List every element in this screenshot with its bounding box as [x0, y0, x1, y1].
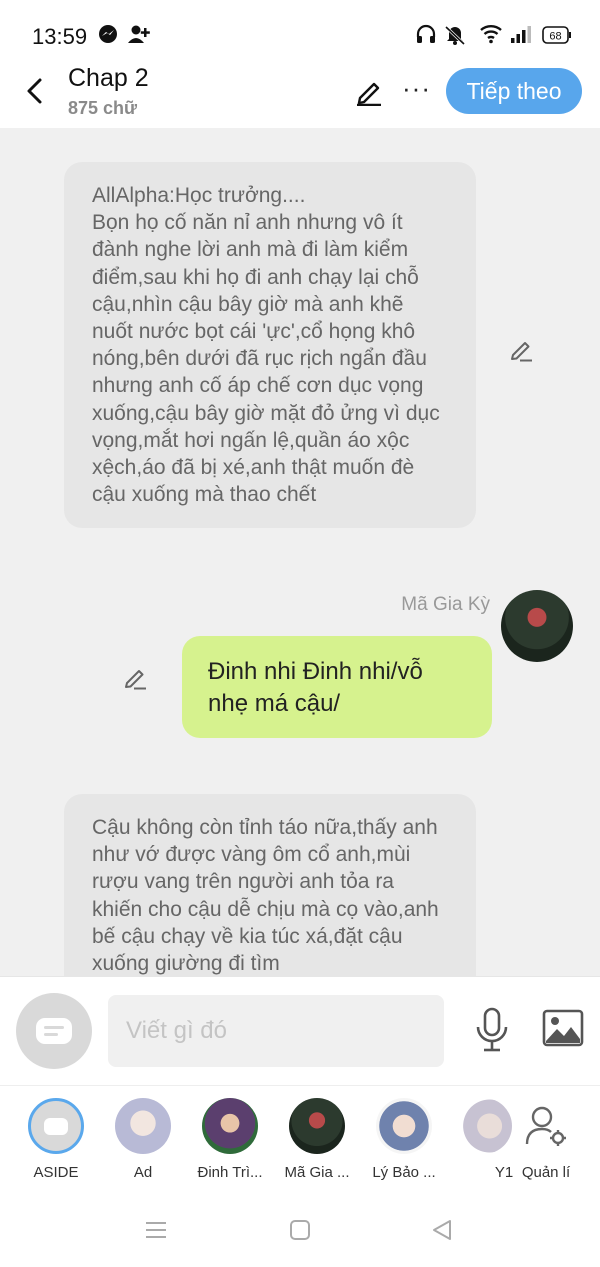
status-time: 13:59 [32, 24, 88, 49]
aside-toggle-button[interactable] [16, 993, 92, 1069]
character-item-ma-gia[interactable]: Mã Gia ... [277, 1098, 357, 1181]
user-settings-icon [518, 1098, 574, 1154]
sender-avatar[interactable] [501, 590, 573, 662]
chat-area[interactable]: AllAlpha:Học trưởng.... Bọn họ cố năn nỉ… [0, 128, 600, 976]
word-count: 875 chữ [68, 98, 138, 118]
character-item-aside[interactable]: ASIDE [16, 1098, 96, 1181]
signal-icon [510, 24, 532, 49]
microphone-icon[interactable] [474, 1007, 510, 1058]
more-options-icon[interactable]: ··· [402, 75, 431, 101]
edit-message-icon[interactable] [122, 664, 148, 695]
system-nav-bar [0, 1196, 600, 1267]
next-button[interactable]: Tiếp theo [446, 68, 582, 114]
character-name: ASIDE [33, 1164, 79, 1181]
character-avatar [289, 1098, 345, 1154]
sender-name: Mã Gia Kỳ [401, 594, 490, 615]
headphones-icon [416, 24, 436, 49]
add-friend-icon [128, 24, 150, 49]
character-avatar [376, 1098, 432, 1154]
character-avatar [202, 1098, 258, 1154]
message-bubble-aside-2[interactable]: Cậu không còn tỉnh táo nữa,thấy anh như … [64, 794, 476, 976]
edit-chapter-icon[interactable] [354, 76, 384, 111]
chapter-title: Chap 2 [68, 64, 149, 92]
chat-bubble-icon [44, 1117, 68, 1135]
image-icon[interactable] [542, 1009, 584, 1052]
recent-apps-icon[interactable] [144, 1220, 168, 1245]
character-name: Đinh Trì... [197, 1164, 263, 1181]
character-strip: ASIDE Ad Đinh Trì... Mã Gia ... Lý Bảo .… [0, 1085, 600, 1196]
character-item-ly-bao[interactable]: Lý Bảo ... [364, 1098, 444, 1181]
message-input[interactable] [108, 995, 444, 1067]
message-bubble-character[interactable]: Đinh nhi Đinh nhi/vỗ nhẹ má cậu/ [182, 636, 492, 738]
edit-message-icon[interactable] [508, 336, 534, 367]
message-bubble-aside-1[interactable]: AllAlpha:Học trưởng.... Bọn họ cố năn nỉ… [64, 162, 476, 529]
back-icon[interactable] [20, 74, 50, 108]
character-avatar [456, 1098, 512, 1154]
app-bar: Chap 2 875 chữ ··· Tiếp theo [0, 58, 600, 128]
composer-bar [0, 976, 600, 1085]
mute-icon [444, 24, 466, 51]
battery-icon: 68 [542, 26, 572, 49]
battery-level: 68 [549, 31, 561, 43]
wifi-icon [480, 24, 502, 49]
character-item-ad[interactable]: Ad [103, 1098, 183, 1181]
character-name: Ad [133, 1164, 153, 1181]
character-name: Mã Gia ... [284, 1164, 350, 1181]
chat-bubble-icon [36, 1018, 72, 1044]
back-nav-icon[interactable] [430, 1218, 454, 1247]
character-item-dinh[interactable]: Đinh Trì... [190, 1098, 270, 1181]
character-avatar [115, 1098, 171, 1154]
messenger-icon [98, 24, 118, 49]
character-name: Lý Bảo ... [372, 1164, 436, 1181]
manage-characters-button[interactable]: Quản lí [506, 1098, 586, 1181]
character-name: Quản lí [521, 1164, 571, 1181]
home-icon[interactable] [289, 1219, 311, 1246]
character-avatar [28, 1098, 84, 1154]
